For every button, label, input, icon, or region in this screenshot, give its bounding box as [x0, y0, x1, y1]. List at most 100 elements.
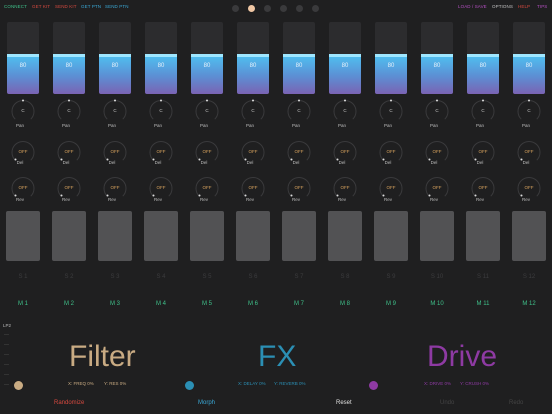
trigger-pad-5[interactable]: [190, 211, 224, 261]
pan-knob[interactable]: C: [470, 98, 496, 124]
page-dot-1[interactable]: [232, 5, 239, 12]
send-ptn-link[interactable]: SEND PTN: [105, 4, 129, 9]
pan-knob[interactable]: C: [516, 98, 542, 124]
reverb-value: OFF: [156, 185, 166, 190]
mute-button-9[interactable]: M 9: [374, 301, 408, 307]
pan-knob[interactable]: C: [102, 98, 128, 124]
solo-button-9[interactable]: S 9: [374, 274, 408, 280]
fader-handle[interactable]: [7, 54, 39, 57]
reverb-label: Rev: [245, 197, 254, 202]
trigger-pad-6[interactable]: [236, 211, 270, 261]
xy-handle-drive[interactable]: [369, 381, 378, 390]
volume-fader[interactable]: 80: [145, 22, 177, 94]
mute-button-1[interactable]: M 1: [6, 301, 40, 307]
pan-knob[interactable]: C: [240, 98, 266, 124]
volume-fader[interactable]: 80: [283, 22, 315, 94]
volume-fader[interactable]: 80: [7, 22, 39, 94]
trigger-pad-1[interactable]: [6, 211, 40, 261]
pan-label: Pan: [61, 123, 70, 128]
page-dot-5[interactable]: [296, 5, 303, 12]
volume-fader[interactable]: 80: [421, 22, 453, 94]
volume-fader[interactable]: 80: [99, 22, 131, 94]
fader-handle[interactable]: [467, 54, 499, 57]
page-dot-4[interactable]: [280, 5, 287, 12]
trigger-pad-4[interactable]: [144, 211, 178, 261]
pan-knob[interactable]: C: [332, 98, 358, 124]
page-dot-3[interactable]: [264, 5, 271, 12]
trigger-pad-9[interactable]: [374, 211, 408, 261]
trigger-pad-2[interactable]: [52, 211, 86, 261]
mute-button-2[interactable]: M 2: [52, 301, 86, 307]
solo-button-4[interactable]: S 4: [144, 274, 178, 280]
solo-button-3[interactable]: S 3: [98, 274, 132, 280]
pan-knob[interactable]: C: [194, 98, 220, 124]
pan-knob[interactable]: C: [378, 98, 404, 124]
fader-handle[interactable]: [375, 54, 407, 57]
get-kit-link[interactable]: GET KIT: [32, 4, 50, 9]
mute-button-5[interactable]: M 5: [190, 301, 224, 307]
solo-button-10[interactable]: S 10: [420, 274, 454, 280]
xy-handle-filter[interactable]: [14, 381, 23, 390]
filter-type-label[interactable]: LP2: [3, 323, 11, 328]
mute-button-12[interactable]: M 12: [512, 301, 546, 307]
volume-fader[interactable]: 80: [375, 22, 407, 94]
pan-knob[interactable]: C: [424, 98, 450, 124]
trigger-pad-12[interactable]: [512, 211, 546, 261]
mute-button-11[interactable]: M 11: [466, 301, 500, 307]
fader-handle[interactable]: [329, 54, 361, 57]
solo-button-6[interactable]: S 6: [236, 274, 270, 280]
fader-handle[interactable]: [421, 54, 453, 57]
trigger-pad-11[interactable]: [466, 211, 500, 261]
pan-knob[interactable]: C: [56, 98, 82, 124]
help-link[interactable]: HELP: [518, 4, 530, 9]
solo-button-2[interactable]: S 2: [52, 274, 86, 280]
fader-handle[interactable]: [53, 54, 85, 57]
page-dot-2[interactable]: [248, 5, 255, 12]
solo-button-5[interactable]: S 5: [190, 274, 224, 280]
pan-knob[interactable]: C: [10, 98, 36, 124]
trigger-pad-3[interactable]: [98, 211, 132, 261]
trigger-pad-10[interactable]: [420, 211, 454, 261]
morph-button[interactable]: Morph: [198, 400, 215, 406]
trigger-pad-7[interactable]: [282, 211, 316, 261]
solo-button-1[interactable]: S 1: [6, 274, 40, 280]
volume-fader[interactable]: 80: [467, 22, 499, 94]
fader-handle[interactable]: [513, 54, 545, 57]
get-ptn-link[interactable]: GET PTN: [81, 4, 101, 9]
delay-value: OFF: [64, 149, 74, 154]
pan-knob[interactable]: C: [148, 98, 174, 124]
fader-handle[interactable]: [283, 54, 315, 57]
options-link[interactable]: OPTIONS: [492, 4, 513, 9]
mute-button-4[interactable]: M 4: [144, 301, 178, 307]
pan-knob[interactable]: C: [286, 98, 312, 124]
volume-fader[interactable]: 80: [191, 22, 223, 94]
fader-handle[interactable]: [237, 54, 269, 57]
solo-button-11[interactable]: S 11: [466, 274, 500, 280]
fader-handle[interactable]: [99, 54, 131, 57]
trigger-pad-8[interactable]: [328, 211, 362, 261]
solo-button-7[interactable]: S 7: [282, 274, 316, 280]
mute-button-10[interactable]: M 10: [420, 301, 454, 307]
xy-handle-fx[interactable]: [185, 381, 194, 390]
solo-button-12[interactable]: S 12: [512, 274, 546, 280]
volume-fader[interactable]: 80: [237, 22, 269, 94]
solo-button-8[interactable]: S 8: [328, 274, 362, 280]
volume-fader[interactable]: 80: [329, 22, 361, 94]
randomize-button[interactable]: Randomize: [54, 400, 84, 406]
undo-button[interactable]: Undo: [440, 400, 454, 406]
fader-handle[interactable]: [191, 54, 223, 57]
volume-fader[interactable]: 80: [53, 22, 85, 94]
page-dot-6[interactable]: [312, 5, 319, 12]
mute-button-7[interactable]: M 7: [282, 301, 316, 307]
reset-button[interactable]: Reset: [336, 400, 352, 406]
connect-link[interactable]: CONNECT: [4, 4, 27, 9]
send-kit-link[interactable]: SEND KIT: [55, 4, 77, 9]
mute-button-3[interactable]: M 3: [98, 301, 132, 307]
fader-handle[interactable]: [145, 54, 177, 57]
tips-link[interactable]: TIPS: [537, 4, 547, 9]
mute-button-6[interactable]: M 6: [236, 301, 270, 307]
redo-button[interactable]: Redo: [509, 400, 523, 406]
volume-fader[interactable]: 80: [513, 22, 545, 94]
mute-button-8[interactable]: M 8: [328, 301, 362, 307]
load-save-link[interactable]: LOAD / SAVE: [458, 4, 487, 9]
